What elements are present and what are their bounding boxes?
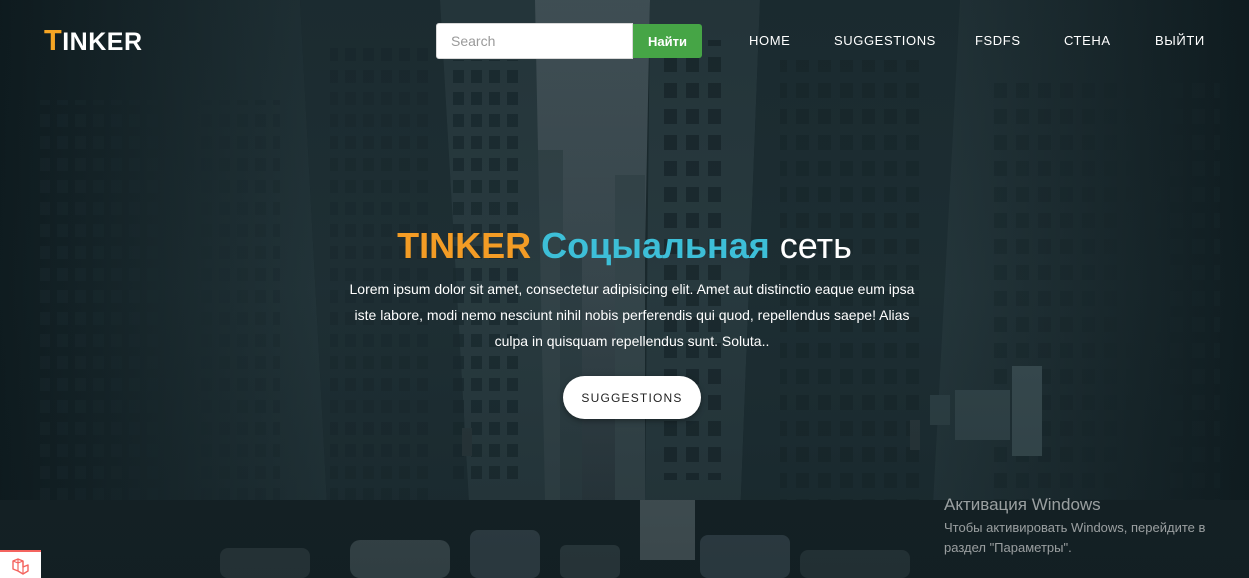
laravel-logo-icon xyxy=(12,558,29,575)
nav-link-logout[interactable]: ВЫЙТИ xyxy=(1155,33,1205,49)
nav-link-fsdfs[interactable]: FSDFS xyxy=(975,33,1021,49)
search-input[interactable] xyxy=(436,23,633,59)
hero-title-rest: сеть xyxy=(779,225,852,266)
watermark-title: Активация Windows xyxy=(944,495,1101,514)
hero-title-accent: Соцыальная xyxy=(541,225,770,266)
windows-activation-watermark: Активация Windows Чтобы активировать Win… xyxy=(944,494,1244,558)
nav-link-wall[interactable]: СТЕНА xyxy=(1064,33,1111,49)
logo-first-letter: T xyxy=(44,25,63,57)
search-button[interactable]: Найти xyxy=(633,24,702,58)
page: TINKER Найти HOME SUGGESTIONS FSDFS СТЕН… xyxy=(0,0,1249,578)
hero-title-brand: TINKER xyxy=(397,225,532,266)
logo-rest: INKER xyxy=(62,28,143,56)
nav-link-home[interactable]: HOME xyxy=(749,33,790,49)
hero-title: TINKER Соцыальная сеть xyxy=(0,224,1249,268)
navbar: TINKER Найти HOME SUGGESTIONS FSDFS СТЕН… xyxy=(0,0,1249,82)
suggestions-button[interactable]: SUGGESTIONS xyxy=(563,376,701,419)
watermark-text: Чтобы активировать Windows, перейдите в … xyxy=(944,520,1206,555)
nav-link-suggestions[interactable]: SUGGESTIONS xyxy=(834,33,936,49)
hero-description: Lorem ipsum dolor sit amet, consectetur … xyxy=(349,281,915,349)
debug-bar-tab[interactable] xyxy=(0,550,41,578)
logo[interactable]: TINKER xyxy=(44,26,143,57)
